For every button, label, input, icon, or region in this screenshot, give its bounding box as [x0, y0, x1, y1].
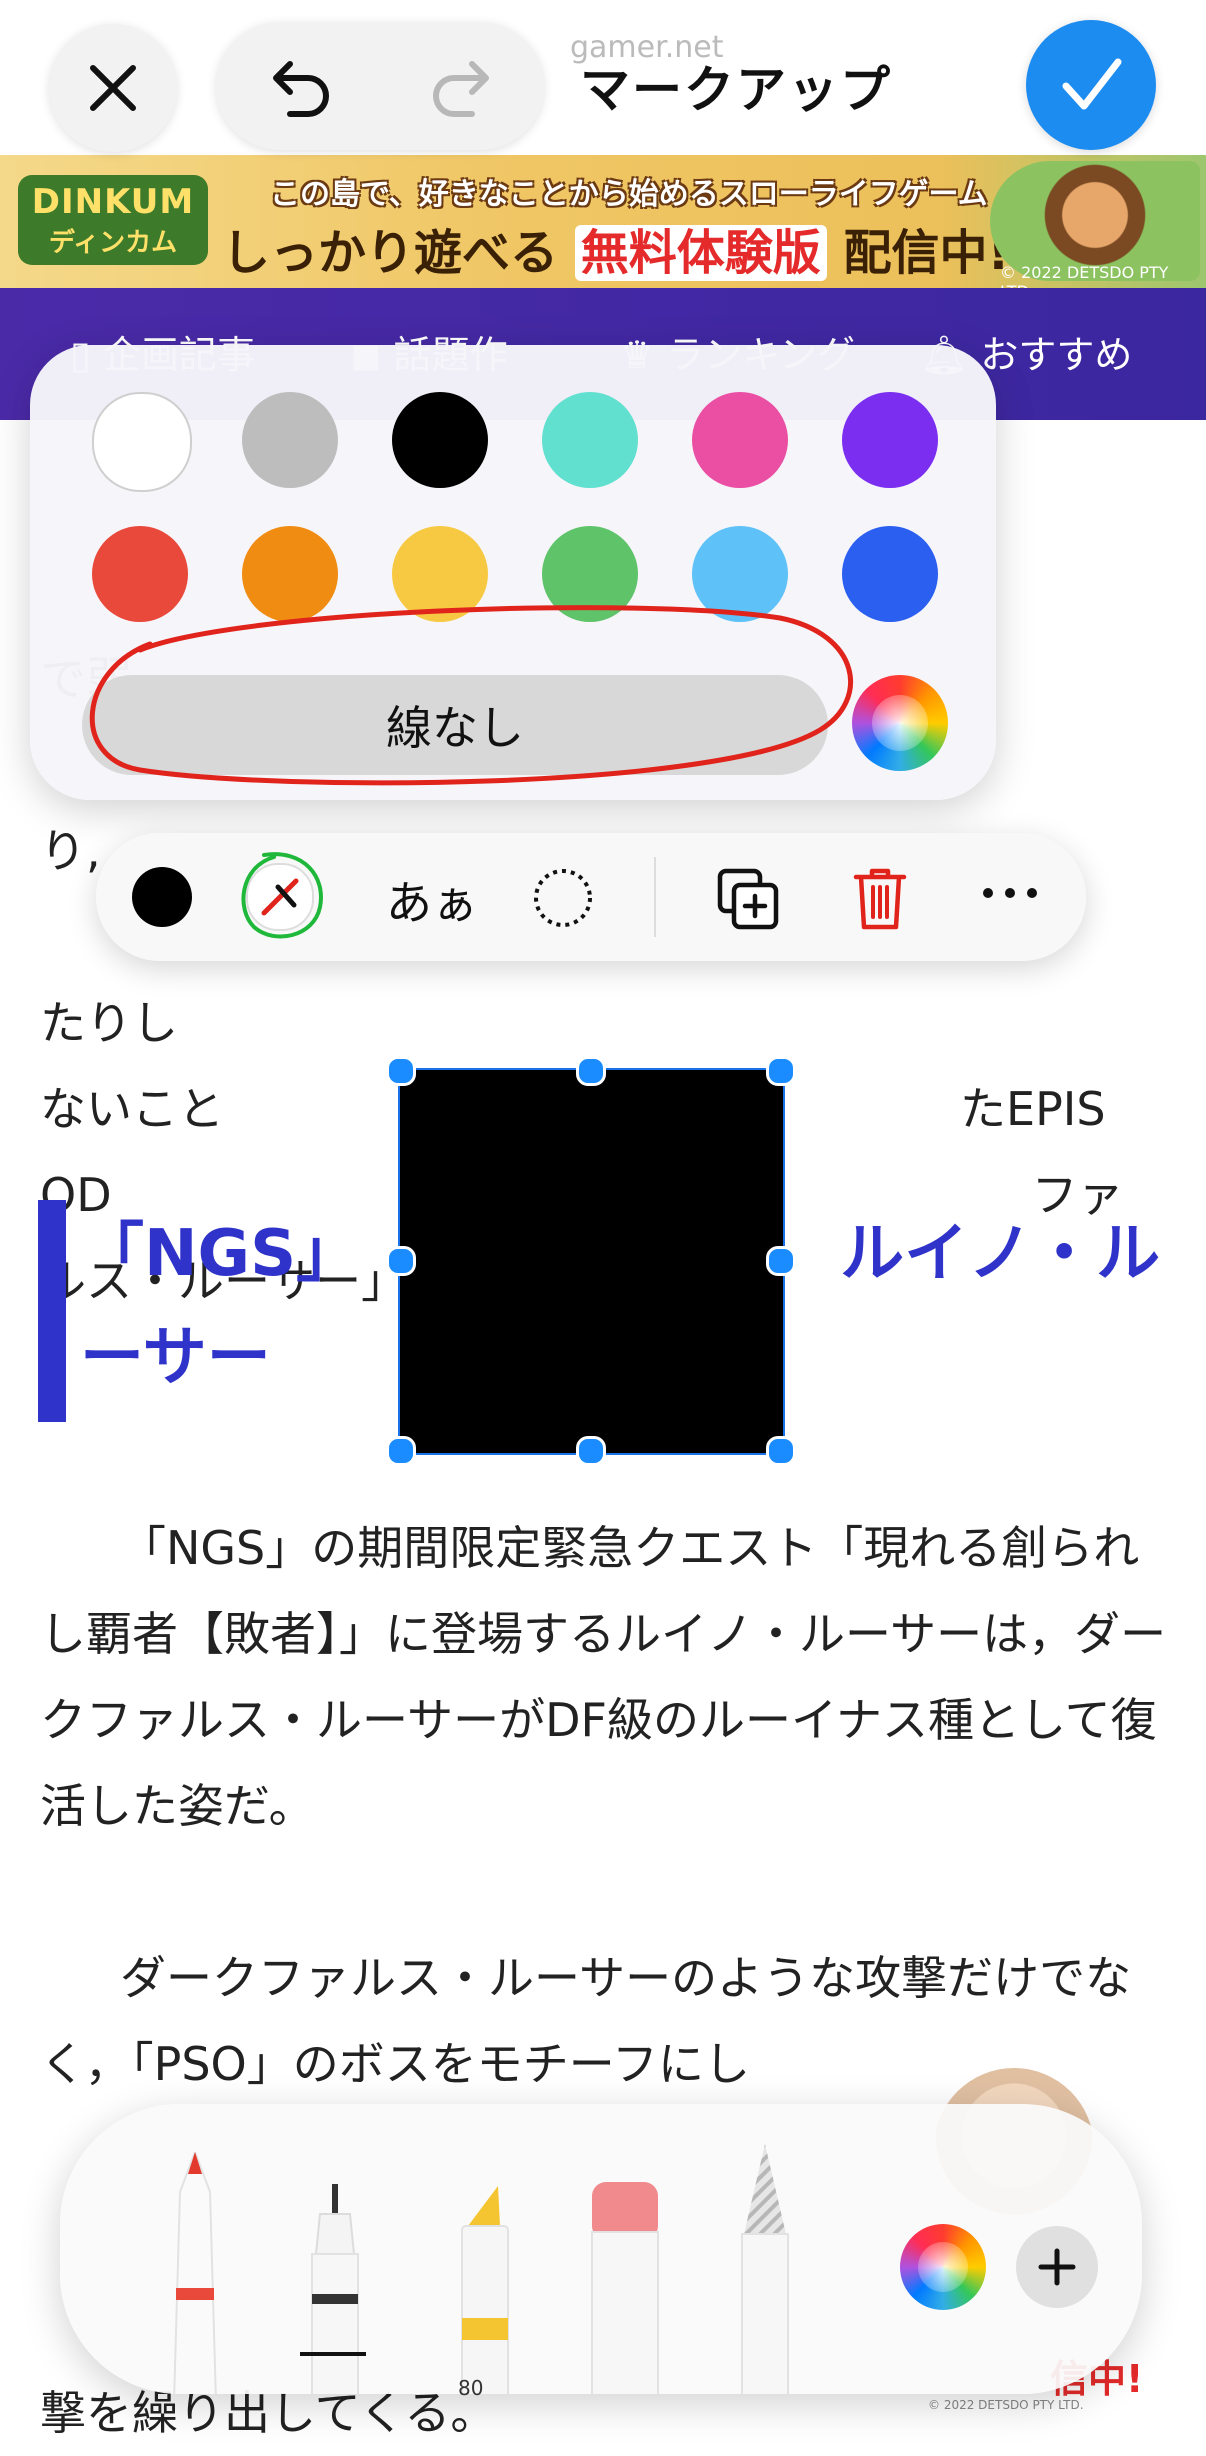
dotted-circle-icon [534, 869, 592, 927]
color-swatch-white[interactable] [92, 392, 192, 492]
delete-button[interactable] [850, 863, 910, 937]
done-button[interactable] [1026, 20, 1156, 150]
resize-handle-right[interactable] [766, 1246, 796, 1276]
green-circle-annotation [241, 852, 323, 939]
close-icon [90, 65, 136, 111]
resize-handle-top-left[interactable] [386, 1056, 416, 1086]
eraser-tool-icon[interactable] [580, 2182, 670, 2394]
undo-button[interactable] [256, 48, 336, 128]
red-circle-annotation [89, 605, 854, 786]
banner-copyright: © 2022 DETSDO PTY LTD. [1000, 263, 1169, 288]
close-button[interactable] [49, 24, 177, 152]
game-logo: DINKUM ディンカム [18, 175, 208, 265]
color-swatch-gray[interactable] [242, 392, 338, 488]
plus-icon [1038, 2248, 1076, 2286]
banner-headline: しっかり遊べる 無料体験版 配信中! [222, 213, 1009, 283]
article-paragraph: 「NGS」の期間限定緊急クエスト「現れる創られし覇者【敗者】」に登場するルイノ・… [40, 1521, 1167, 1833]
add-button[interactable] [1016, 2226, 1098, 2308]
headline-part: 配信中! [843, 225, 1010, 281]
headline-highlight: 無料体験版 [574, 225, 827, 281]
logo-text: DINKUM [31, 181, 195, 222]
marker-tool-icon[interactable] [440, 2186, 530, 2394]
resize-handle-bottom-left[interactable] [386, 1436, 416, 1466]
nav-label: おすすめ [980, 333, 1133, 377]
color-swatch-black[interactable] [392, 392, 488, 488]
resize-handle-top[interactable] [576, 1056, 606, 1086]
marker-width-label: 80 [458, 2376, 484, 2400]
section-heading-bar [38, 1200, 66, 1422]
markup-top-bar: gamer.net マークアップ [0, 0, 1206, 155]
shape-toolbar: あぁ [96, 833, 1086, 961]
checkmark-icon [1062, 58, 1122, 110]
headline-part: しっかり遊べる [222, 225, 559, 281]
ellipsis-icon [983, 888, 1037, 898]
resize-handle-bottom-right[interactable] [766, 1436, 796, 1466]
trash-icon [853, 868, 907, 930]
resize-handle-bottom[interactable] [576, 1436, 606, 1466]
color-swatch-pink[interactable] [692, 392, 788, 488]
selected-square-shape[interactable] [398, 1068, 785, 1455]
stroke-color-palette: 線なし [30, 345, 996, 800]
duplicate-button[interactable] [714, 865, 782, 937]
color-swatch-teal[interactable] [542, 392, 638, 488]
fineliner-stroke-sample [300, 2352, 366, 2356]
undo-icon [273, 61, 329, 117]
color-swatch-purple[interactable] [842, 392, 938, 488]
undo-redo-group [216, 22, 544, 150]
resize-handle-left[interactable] [386, 1246, 416, 1276]
pencil-tool-icon[interactable] [720, 2144, 810, 2394]
redo-button[interactable] [426, 48, 506, 128]
fill-color-button[interactable] [132, 867, 192, 927]
pen-tool-icon[interactable] [150, 2152, 240, 2394]
resize-handle-top-right[interactable] [766, 1056, 796, 1086]
page-title: マークアップ [580, 61, 892, 119]
duplicate-icon [717, 868, 779, 930]
redo-icon [433, 61, 489, 117]
fineliner-tool-icon[interactable] [290, 2184, 380, 2394]
font-button[interactable]: あぁ [386, 867, 478, 933]
banner-tagline: この島で、好きなことから始めるスローライフゲーム [270, 177, 988, 212]
ad-banner[interactable]: DINKUM ディンカム この島で、好きなことから始めるスローライフゲーム しっ… [0, 155, 1206, 288]
more-button[interactable] [980, 873, 1040, 917]
toolbar-divider [654, 857, 656, 937]
promo-copyright: © 2022 DETSDO PTY LTD. [928, 2398, 1084, 2412]
logo-subtext: ディンカム [48, 227, 178, 258]
opacity-button[interactable] [532, 867, 594, 933]
tool-color-wheel-button[interactable] [900, 2224, 986, 2310]
